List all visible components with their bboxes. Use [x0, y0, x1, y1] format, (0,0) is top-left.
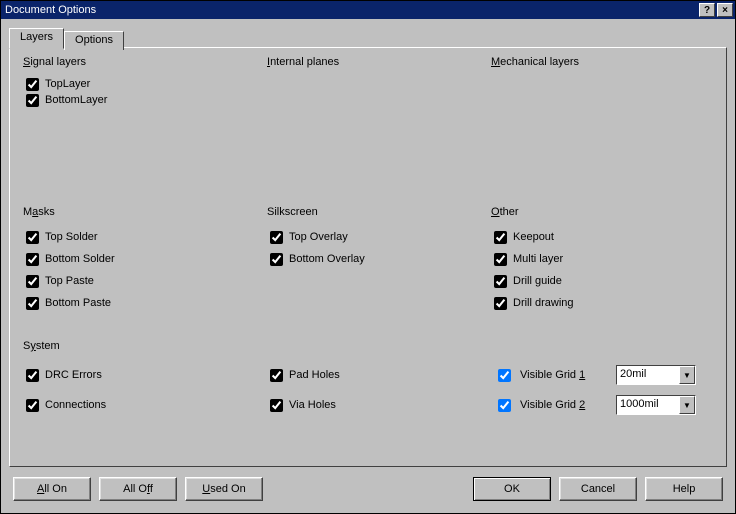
visible-grid-2-combo[interactable]: 1000mil ▼: [616, 395, 696, 415]
cb-top-solder[interactable]: [26, 231, 39, 244]
dialog-button-row: All On All Off Used On OK Cancel Help: [9, 467, 727, 503]
visible-grid-1-row: Visible Grid 1 20mil ▼: [494, 360, 716, 390]
cb-drill-drawing-label: Drill drawing: [513, 297, 574, 309]
visible-grid-2-row: Visible Grid 2 1000mil ▼: [494, 390, 716, 420]
cb-bottomlayer[interactable]: [26, 94, 39, 107]
cb-pad-holes[interactable]: [270, 369, 283, 382]
tab-layers[interactable]: Layers: [9, 28, 64, 49]
cancel-button[interactable]: Cancel: [559, 477, 637, 501]
group-mechanical-label: Mechanical layers: [488, 56, 582, 68]
cb-toplayer-label: TopLayer: [45, 78, 90, 90]
visible-grid-2-label: Visible Grid 2: [520, 399, 585, 411]
group-internal-label: Internal planes: [264, 56, 342, 68]
group-signal-label: Signal layers: [20, 56, 89, 68]
cb-multi-layer-label: Multi layer: [513, 253, 563, 265]
group-mechanical-layers: Mechanical layers: [484, 56, 704, 68]
cb-pad-holes-label: Pad Holes: [289, 369, 340, 381]
cb-drill-drawing[interactable]: [494, 297, 507, 310]
help-button[interactable]: Help: [645, 477, 723, 501]
close-button[interactable]: ×: [717, 3, 733, 17]
group-signal-layers: Signal layers TopLayer BottomLayer: [16, 56, 246, 108]
cb-visible-grid-2[interactable]: [498, 399, 511, 412]
group-other: Other Keepout Multi layer Drill guide Dr…: [484, 206, 704, 314]
all-off-button[interactable]: All Off: [99, 477, 177, 501]
cb-keepout[interactable]: [494, 231, 507, 244]
chevron-down-icon[interactable]: ▼: [679, 396, 695, 414]
used-on-button[interactable]: Used On: [185, 477, 263, 501]
visible-grid-1-value: 20mil: [617, 366, 679, 384]
titlebar: Document Options ? ×: [1, 1, 735, 19]
document-options-dialog: Document Options ? × Layers Options Sign…: [0, 0, 736, 514]
cb-connections-label: Connections: [45, 399, 106, 411]
cb-drill-guide-label: Drill guide: [513, 275, 562, 287]
cb-bottom-solder[interactable]: [26, 253, 39, 266]
cb-bottom-paste-label: Bottom Paste: [45, 297, 111, 309]
cb-top-overlay-label: Top Overlay: [289, 231, 348, 243]
group-silkscreen-label: Silkscreen: [264, 206, 321, 218]
cb-multi-layer[interactable]: [494, 253, 507, 266]
cb-drill-guide[interactable]: [494, 275, 507, 288]
visible-grid-1-combo[interactable]: 20mil ▼: [616, 365, 696, 385]
tab-options[interactable]: Options: [64, 31, 124, 50]
cb-top-paste-label: Top Paste: [45, 275, 94, 287]
help-button-titlebar[interactable]: ?: [699, 3, 715, 17]
tab-strip: Layers Options: [9, 27, 727, 48]
cb-bottom-overlay[interactable]: [270, 253, 283, 266]
ok-button[interactable]: OK: [473, 477, 551, 501]
cb-drc-errors[interactable]: [26, 369, 39, 382]
group-other-label: Other: [488, 206, 522, 218]
group-masks: Masks Top Solder Bottom Solder Top Paste…: [16, 206, 246, 314]
window-title: Document Options: [5, 4, 697, 16]
group-system-label: System: [20, 340, 63, 352]
cb-toplayer[interactable]: [26, 78, 39, 91]
cb-drc-errors-label: DRC Errors: [45, 369, 102, 381]
all-on-button[interactable]: All On: [13, 477, 91, 501]
cb-bottom-solder-label: Bottom Solder: [45, 253, 115, 265]
chevron-down-icon[interactable]: ▼: [679, 366, 695, 384]
cb-top-overlay[interactable]: [270, 231, 283, 244]
group-silkscreen: Silkscreen Top Overlay Bottom Overlay: [260, 206, 470, 270]
layers-tab-panel: Signal layers TopLayer BottomLayer Inter…: [9, 47, 727, 467]
cb-via-holes[interactable]: [270, 399, 283, 412]
cb-bottomlayer-label: BottomLayer: [45, 94, 107, 106]
cb-connections[interactable]: [26, 399, 39, 412]
group-system: System DRC Errors Connections Pad Holes …: [16, 340, 720, 420]
cb-bottom-paste[interactable]: [26, 297, 39, 310]
client-area: Layers Options Signal layers TopLayer Bo…: [1, 19, 735, 513]
cb-top-paste[interactable]: [26, 275, 39, 288]
cb-bottomlayer-row: BottomLayer: [26, 92, 242, 108]
group-masks-label: Masks: [20, 206, 58, 218]
cb-keepout-label: Keepout: [513, 231, 554, 243]
cb-top-solder-label: Top Solder: [45, 231, 98, 243]
cb-bottom-overlay-label: Bottom Overlay: [289, 253, 365, 265]
visible-grid-1-label: Visible Grid 1: [520, 369, 585, 381]
visible-grid-2-value: 1000mil: [617, 396, 679, 414]
cb-visible-grid-1[interactable]: [498, 369, 511, 382]
cb-toplayer-row: TopLayer: [26, 76, 242, 92]
group-internal-planes: Internal planes: [260, 56, 470, 68]
cb-via-holes-label: Via Holes: [289, 399, 336, 411]
